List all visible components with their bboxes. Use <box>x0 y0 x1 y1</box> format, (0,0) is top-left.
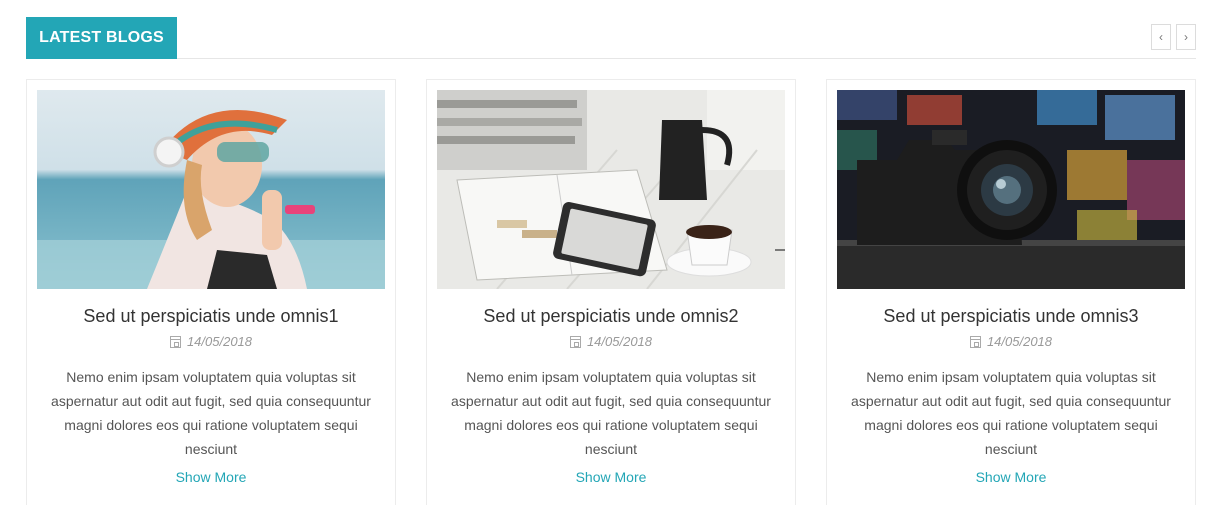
blog-image[interactable] <box>837 90 1185 289</box>
show-more-link[interactable]: Show More <box>827 469 1195 485</box>
show-more-link[interactable]: Show More <box>27 469 395 485</box>
blog-card: Sed ut perspiciatis unde omnis2 14/05/20… <box>426 79 796 505</box>
calendar-icon <box>569 336 581 348</box>
blog-image[interactable] <box>37 90 385 289</box>
blog-excerpt: Nemo enim ipsam voluptatem quia voluptas… <box>51 369 371 457</box>
blog-card: Sed ut perspiciatis unde omnis3 14/05/20… <box>826 79 1196 505</box>
blog-section-header: LATEST BLOGS ‹ › <box>26 17 1196 59</box>
carousel-next-button[interactable]: › <box>1176 24 1196 50</box>
carousel-prev-button[interactable]: ‹ <box>1151 24 1171 50</box>
blog-title[interactable]: Sed ut perspiciatis unde omnis1 <box>27 306 395 327</box>
blog-excerpt: Nemo enim ipsam voluptatem quia voluptas… <box>451 369 771 457</box>
blog-date: 14/05/2018 <box>27 334 395 349</box>
blog-image[interactable] <box>437 90 785 289</box>
blog-excerpt: Nemo enim ipsam voluptatem quia voluptas… <box>851 369 1171 457</box>
calendar-icon <box>969 336 981 348</box>
blog-card: Sed ut perspiciatis unde omnis1 14/05/20… <box>26 79 396 505</box>
blog-date: 14/05/2018 <box>827 334 1195 349</box>
chevron-right-icon: › <box>1184 30 1188 44</box>
blog-title[interactable]: Sed ut perspiciatis unde omnis3 <box>827 306 1195 327</box>
calendar-icon <box>169 336 181 348</box>
blog-date-text: 14/05/2018 <box>986 334 1053 349</box>
blog-date-text: 14/05/2018 <box>186 334 253 349</box>
chevron-left-icon: ‹ <box>1159 30 1163 44</box>
show-more-link[interactable]: Show More <box>427 469 795 485</box>
section-title: LATEST BLOGS <box>26 17 177 59</box>
blog-date: 14/05/2018 <box>427 334 795 349</box>
blog-title[interactable]: Sed ut perspiciatis unde omnis2 <box>427 306 795 327</box>
blog-date-text: 14/05/2018 <box>586 334 653 349</box>
